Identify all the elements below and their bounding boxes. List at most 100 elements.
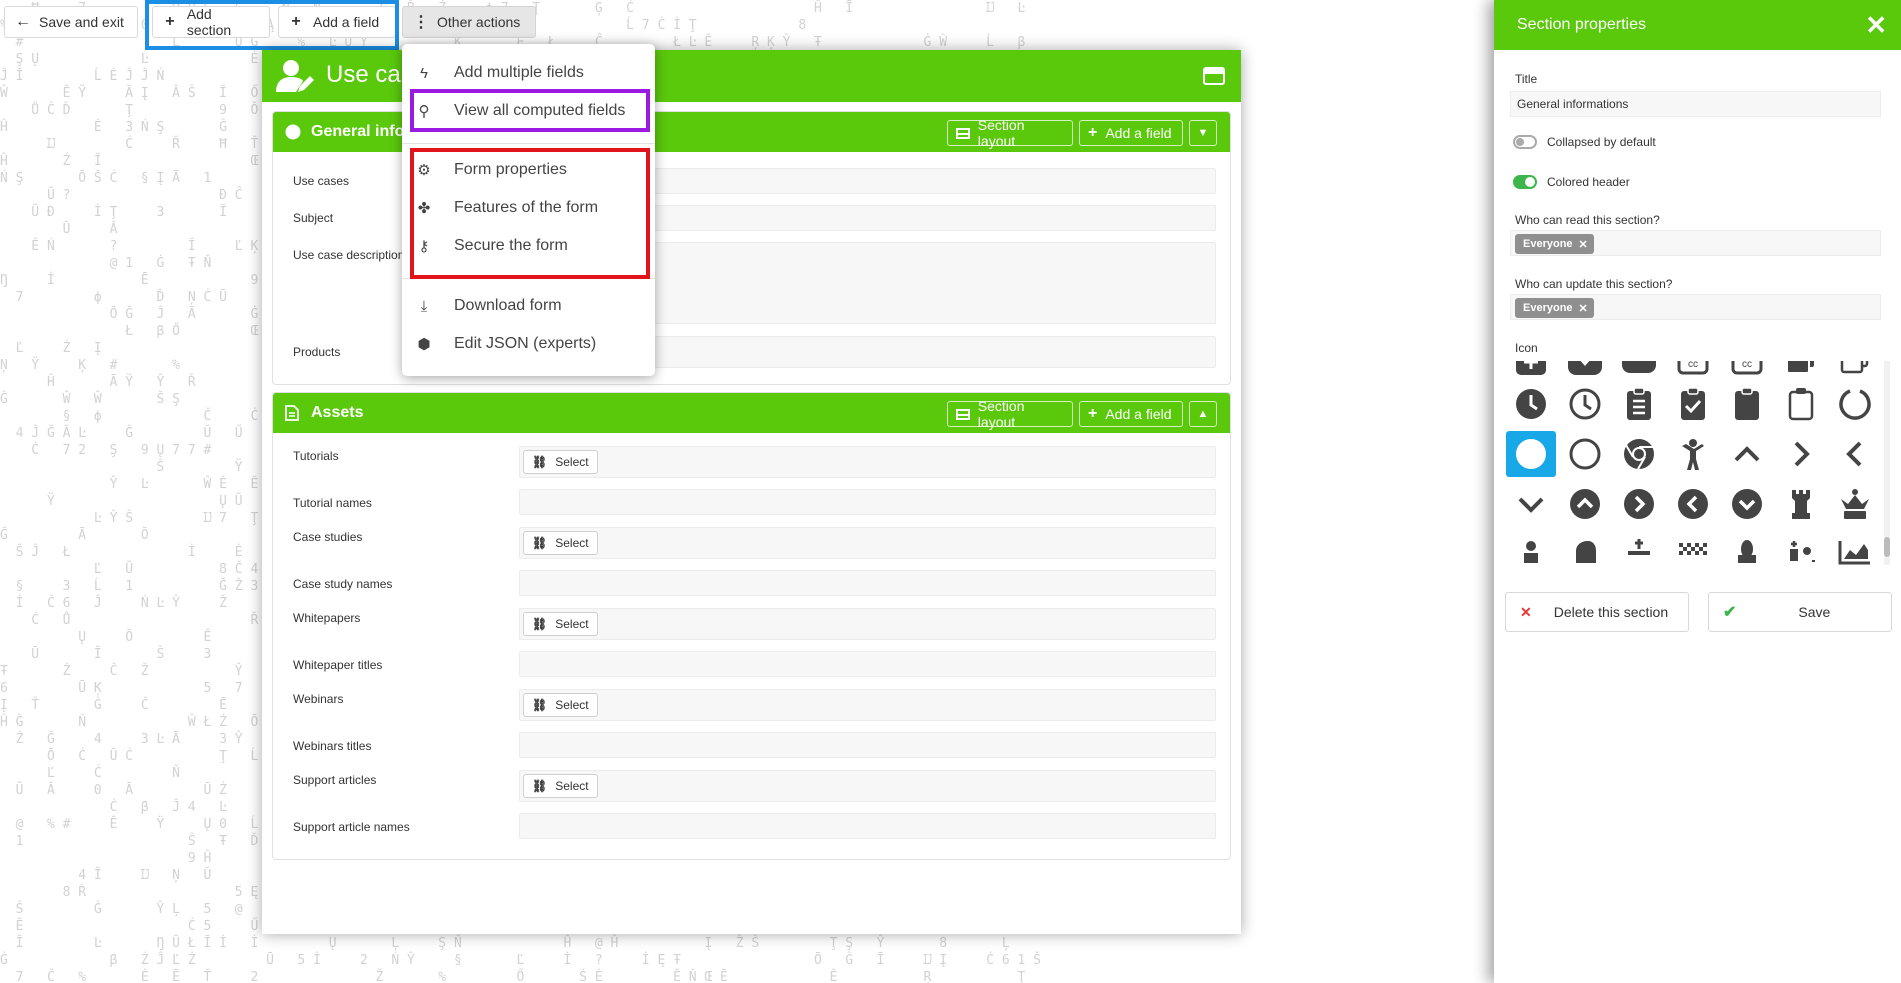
select-button[interactable]: ⛓ Select xyxy=(523,774,598,798)
chevron-circle-left-icon[interactable] xyxy=(1668,481,1718,527)
chevron-circle-up-icon[interactable] xyxy=(1560,481,1610,527)
clipboard-outline-icon[interactable] xyxy=(1776,381,1826,427)
section-collapse-button[interactable]: ▼ xyxy=(1189,120,1217,146)
menu-item-add-multiple-fields[interactable]: ϟ Add multiple fields xyxy=(416,58,584,88)
section-add-field-button[interactable]: + Add a field xyxy=(1079,120,1183,146)
icon-grid-scrollbar[interactable] xyxy=(1884,361,1890,565)
section-layout-button[interactable]: Section layout xyxy=(947,398,1073,430)
panel-title: Section properties xyxy=(1517,16,1646,33)
window-toggle-icon[interactable] xyxy=(1203,67,1225,85)
chess-bishop-icon[interactable] xyxy=(1722,529,1772,565)
section-assets: Assets Section layout + Add a field ▲ Tu… xyxy=(272,392,1231,860)
chevron-right-icon[interactable] xyxy=(1776,431,1826,477)
select-label: Select xyxy=(555,617,589,631)
section-layout-label: Section layout xyxy=(977,117,1025,149)
field-label: Case study names xyxy=(293,577,393,591)
read-permission-input[interactable]: Everyone ✕ xyxy=(1510,230,1881,256)
section-title: Assets xyxy=(311,404,364,421)
clipboard-check-icon[interactable] xyxy=(1668,381,1718,427)
section-collapse-button[interactable]: ▲ xyxy=(1189,401,1217,427)
select-button[interactable]: ⛓ Select xyxy=(523,450,598,474)
add-field-button[interactable]: + Add a field xyxy=(278,6,396,38)
section-layout-button[interactable]: Section layout xyxy=(947,117,1073,149)
link-icon: ⛓ xyxy=(532,698,548,712)
link-icon: ⛓ xyxy=(532,617,548,631)
field-input[interactable] xyxy=(519,489,1216,515)
select-button[interactable]: ⛓ Select xyxy=(523,693,598,717)
other-actions-button[interactable]: ⋮ Other actions xyxy=(402,6,536,38)
field-label: Whitepapers xyxy=(293,611,361,625)
check-icon: ✔ xyxy=(1723,604,1737,621)
delete-section-button[interactable]: ✕ Delete this section xyxy=(1505,592,1689,632)
panel-header: Section properties ✕ xyxy=(1494,0,1901,50)
menu-item-edit-json[interactable]: ⬢ Edit JSON (experts) xyxy=(416,329,596,359)
close-icon[interactable]: ✕ xyxy=(1865,10,1887,41)
permission-tag: Everyone ✕ xyxy=(1515,298,1594,318)
select-label: Select xyxy=(555,455,589,469)
chess-knight-icon[interactable] xyxy=(1560,529,1610,565)
field-input[interactable] xyxy=(519,570,1216,596)
section-properties-panel: Section properties ✕ Title General infor… xyxy=(1494,0,1901,983)
chess-rook-icon[interactable] xyxy=(1776,481,1826,527)
circle-outline-icon[interactable] xyxy=(1560,431,1610,477)
chart-area-icon[interactable] xyxy=(1830,529,1880,565)
chess-pawn-icon[interactable] xyxy=(1506,529,1556,565)
clipboard-list-icon[interactable] xyxy=(1614,381,1664,427)
field-label: Tutorial names xyxy=(293,496,372,510)
clipboard-icon[interactable] xyxy=(1722,381,1772,427)
save-button[interactable]: ✔ Save xyxy=(1708,592,1892,632)
puzzle-icon: ✤ xyxy=(417,200,431,217)
add-section-label: Add section xyxy=(186,6,232,38)
select-button[interactable]: ⛓ Select xyxy=(523,531,598,555)
table-icon xyxy=(956,127,970,139)
chevron-up-icon[interactable] xyxy=(1722,431,1772,477)
field-input[interactable] xyxy=(519,651,1216,677)
field-input[interactable] xyxy=(519,732,1216,758)
chevron-circle-down-icon[interactable] xyxy=(1722,481,1772,527)
menu-item-view-computed-fields[interactable]: ⚲ View all computed fields xyxy=(416,96,626,126)
field-label: Webinars xyxy=(293,692,344,706)
menu-item-secure-form[interactable]: ⚷ Secure the form xyxy=(416,231,568,261)
field-input: ⛓ Select xyxy=(519,527,1216,559)
menu-item-form-properties[interactable]: ⚙ Form properties xyxy=(416,155,567,185)
collapsed-toggle[interactable] xyxy=(1513,135,1537,149)
chevron-up-icon: ▲ xyxy=(1197,408,1209,420)
field-input[interactable] xyxy=(519,813,1216,839)
update-permission-input[interactable]: Everyone ✕ xyxy=(1510,294,1881,320)
child-icon[interactable] xyxy=(1668,431,1718,477)
chrome-icon[interactable] xyxy=(1614,431,1664,477)
circle-icon[interactable] xyxy=(1506,431,1556,477)
menu-item-label: Features of the form xyxy=(454,199,599,216)
title-input[interactable]: General informations xyxy=(1510,91,1881,117)
chevron-left-icon[interactable] xyxy=(1830,431,1880,477)
save-and-exit-label: Save and exit xyxy=(39,14,124,30)
chevron-down-icon[interactable] xyxy=(1506,481,1556,527)
clock-outline-icon[interactable] xyxy=(1560,381,1610,427)
link-icon: ⛓ xyxy=(532,536,548,550)
remove-tag-icon[interactable]: ✕ xyxy=(1579,302,1588,315)
section-add-field-button[interactable]: + Add a field xyxy=(1079,401,1183,427)
scrollbar-thumb[interactable] xyxy=(1884,537,1890,557)
chevron-circle-right-icon[interactable] xyxy=(1614,481,1664,527)
gear-icon: ⚙ xyxy=(417,162,431,179)
field-label: Tutorials xyxy=(293,449,339,463)
field-label: Support article names xyxy=(293,820,410,834)
menu-item-download-form[interactable]: ⤓ Download form xyxy=(416,291,562,321)
code-icon: ⬢ xyxy=(417,336,431,353)
remove-tag-icon[interactable]: ✕ xyxy=(1579,238,1588,251)
add-section-button[interactable]: + Add section xyxy=(152,6,270,38)
chess-board-icon[interactable] xyxy=(1668,529,1718,565)
select-button[interactable]: ⛓ Select xyxy=(523,612,598,636)
add-field-label: Add a field xyxy=(313,14,380,30)
clock-icon[interactable] xyxy=(1506,381,1556,427)
chess-king-icon[interactable] xyxy=(1614,529,1664,565)
chess-icon[interactable] xyxy=(1776,529,1826,565)
menu-divider xyxy=(402,278,655,279)
save-and-exit-button[interactable]: ← Save and exit xyxy=(4,6,138,38)
colored-header-toggle[interactable] xyxy=(1513,175,1537,189)
menu-item-features[interactable]: ✤ Features of the form xyxy=(416,193,598,223)
circle-notch-icon[interactable] xyxy=(1830,381,1880,427)
chess-queen-icon[interactable] xyxy=(1830,481,1880,527)
icon-picker-grid[interactable]: cc cc xyxy=(1506,361,1883,565)
collapsed-label: Collapsed by default xyxy=(1547,135,1656,149)
